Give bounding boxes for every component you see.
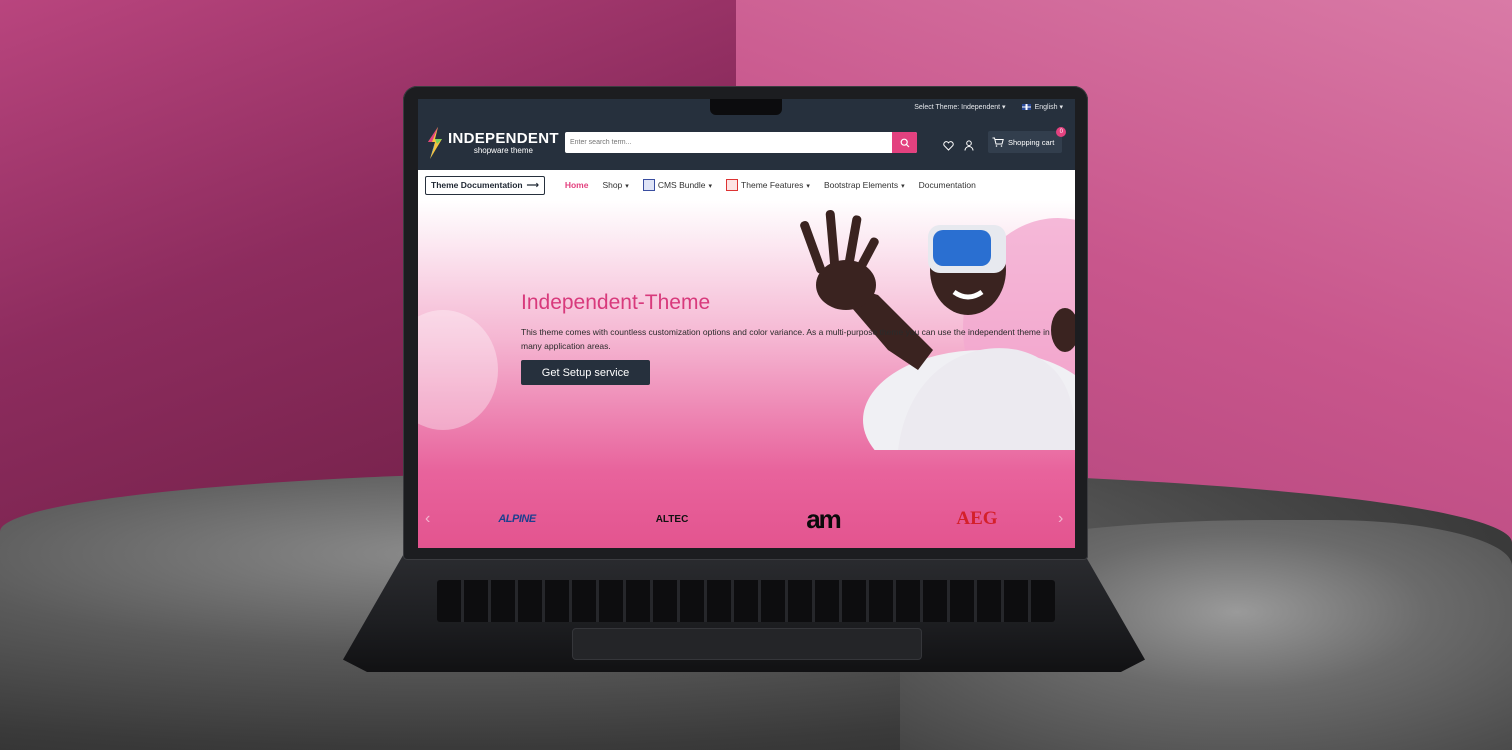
- search-icon: [900, 138, 909, 147]
- shopping-cart-button[interactable]: Shopping cart 0: [988, 127, 1067, 153]
- uk-flag-icon: [1021, 104, 1031, 111]
- language-select[interactable]: English: [1021, 103, 1063, 111]
- main-navigation: Theme Documentation ⟶ Home Shop CMS Bund…: [418, 170, 1075, 201]
- cart-count-badge: 0: [1056, 127, 1067, 137]
- nav-item-bootstrap-elements[interactable]: Bootstrap Elements: [824, 180, 905, 190]
- site-header: INDEPENDENT shopware theme Shopping cart…: [418, 115, 1075, 170]
- cart-label: Shopping cart: [1008, 137, 1055, 147]
- brand-logo-alpine[interactable]: ALPINE: [482, 504, 552, 534]
- laptop-screen: Select Theme: Independent English INDEPE…: [418, 99, 1075, 548]
- header-icons: [943, 140, 974, 151]
- brand-altec-label: ALTEC: [655, 513, 689, 525]
- brand-logo-altec[interactable]: ALTEC: [652, 504, 692, 534]
- chevron-down-icon: [625, 180, 629, 190]
- brand-logo-am[interactable]: am: [798, 504, 848, 534]
- brand-slider: ‹ ALPINE ALTEC am AEG ›: [418, 492, 1075, 548]
- search-input[interactable]: [565, 132, 892, 153]
- chevron-down-icon: [709, 180, 713, 190]
- theme-features-icon: [726, 179, 739, 191]
- get-setup-service-button[interactable]: Get Setup service: [521, 360, 650, 385]
- brand-logo-aeg[interactable]: AEG: [952, 504, 1002, 534]
- hero-title: Independent-Theme: [521, 291, 711, 314]
- chevron-left-icon[interactable]: ‹: [425, 510, 430, 528]
- nav-item-home[interactable]: Home: [565, 180, 589, 190]
- user-icon[interactable]: [964, 140, 974, 151]
- search-bar: [565, 132, 917, 153]
- camera-notch: [710, 99, 782, 115]
- nav-label: Documentation: [918, 180, 976, 190]
- cart-icon: [992, 137, 1004, 147]
- laptop-keyboard: [437, 580, 1055, 622]
- chevron-down-icon: [806, 180, 810, 190]
- cms-bundle-icon: [642, 179, 655, 191]
- arrow-right-icon: ⟶: [526, 179, 539, 190]
- brand-alpine-label: ALPINE: [498, 513, 536, 525]
- nav-item-shop[interactable]: Shop: [602, 180, 628, 190]
- chevron-down-icon: [901, 180, 905, 190]
- logo[interactable]: INDEPENDENT shopware theme: [426, 126, 566, 159]
- brand-am-label: am: [806, 503, 842, 534]
- brand-aeg-label: AEG: [956, 508, 998, 529]
- logo-subtitle: shopware theme: [473, 145, 533, 155]
- nav-label: Shop: [602, 180, 623, 190]
- language-label: English: [1035, 104, 1063, 111]
- chevron-right-icon[interactable]: ›: [1058, 510, 1063, 528]
- theme-select[interactable]: Select Theme: Independent: [914, 103, 1005, 111]
- nav-label: Theme Features: [741, 180, 804, 190]
- hero-text: This theme comes with countless customiz…: [521, 327, 1050, 351]
- nav-label: Home: [564, 180, 589, 190]
- laptop-trackpad: [572, 628, 922, 660]
- hero-banner: Independent-Theme This theme comes with …: [418, 200, 1075, 548]
- nav-item-documentation[interactable]: Documentation: [919, 180, 976, 190]
- nav-label: CMS Bundle: [657, 180, 706, 190]
- heart-icon[interactable]: [943, 140, 954, 151]
- hero-decor-circle: [418, 310, 498, 430]
- theme-documentation-label: Theme Documentation: [431, 180, 523, 190]
- nav-item-cms-bundle[interactable]: CMS Bundle: [642, 179, 713, 191]
- search-button[interactable]: [892, 132, 917, 153]
- nav-item-theme-features[interactable]: Theme Features: [726, 179, 810, 191]
- nav-label: Bootstrap Elements: [823, 180, 899, 190]
- lightning-logo-icon: [428, 126, 442, 159]
- theme-documentation-button[interactable]: Theme Documentation ⟶: [425, 175, 545, 195]
- logo-title: INDEPENDENT: [448, 129, 559, 147]
